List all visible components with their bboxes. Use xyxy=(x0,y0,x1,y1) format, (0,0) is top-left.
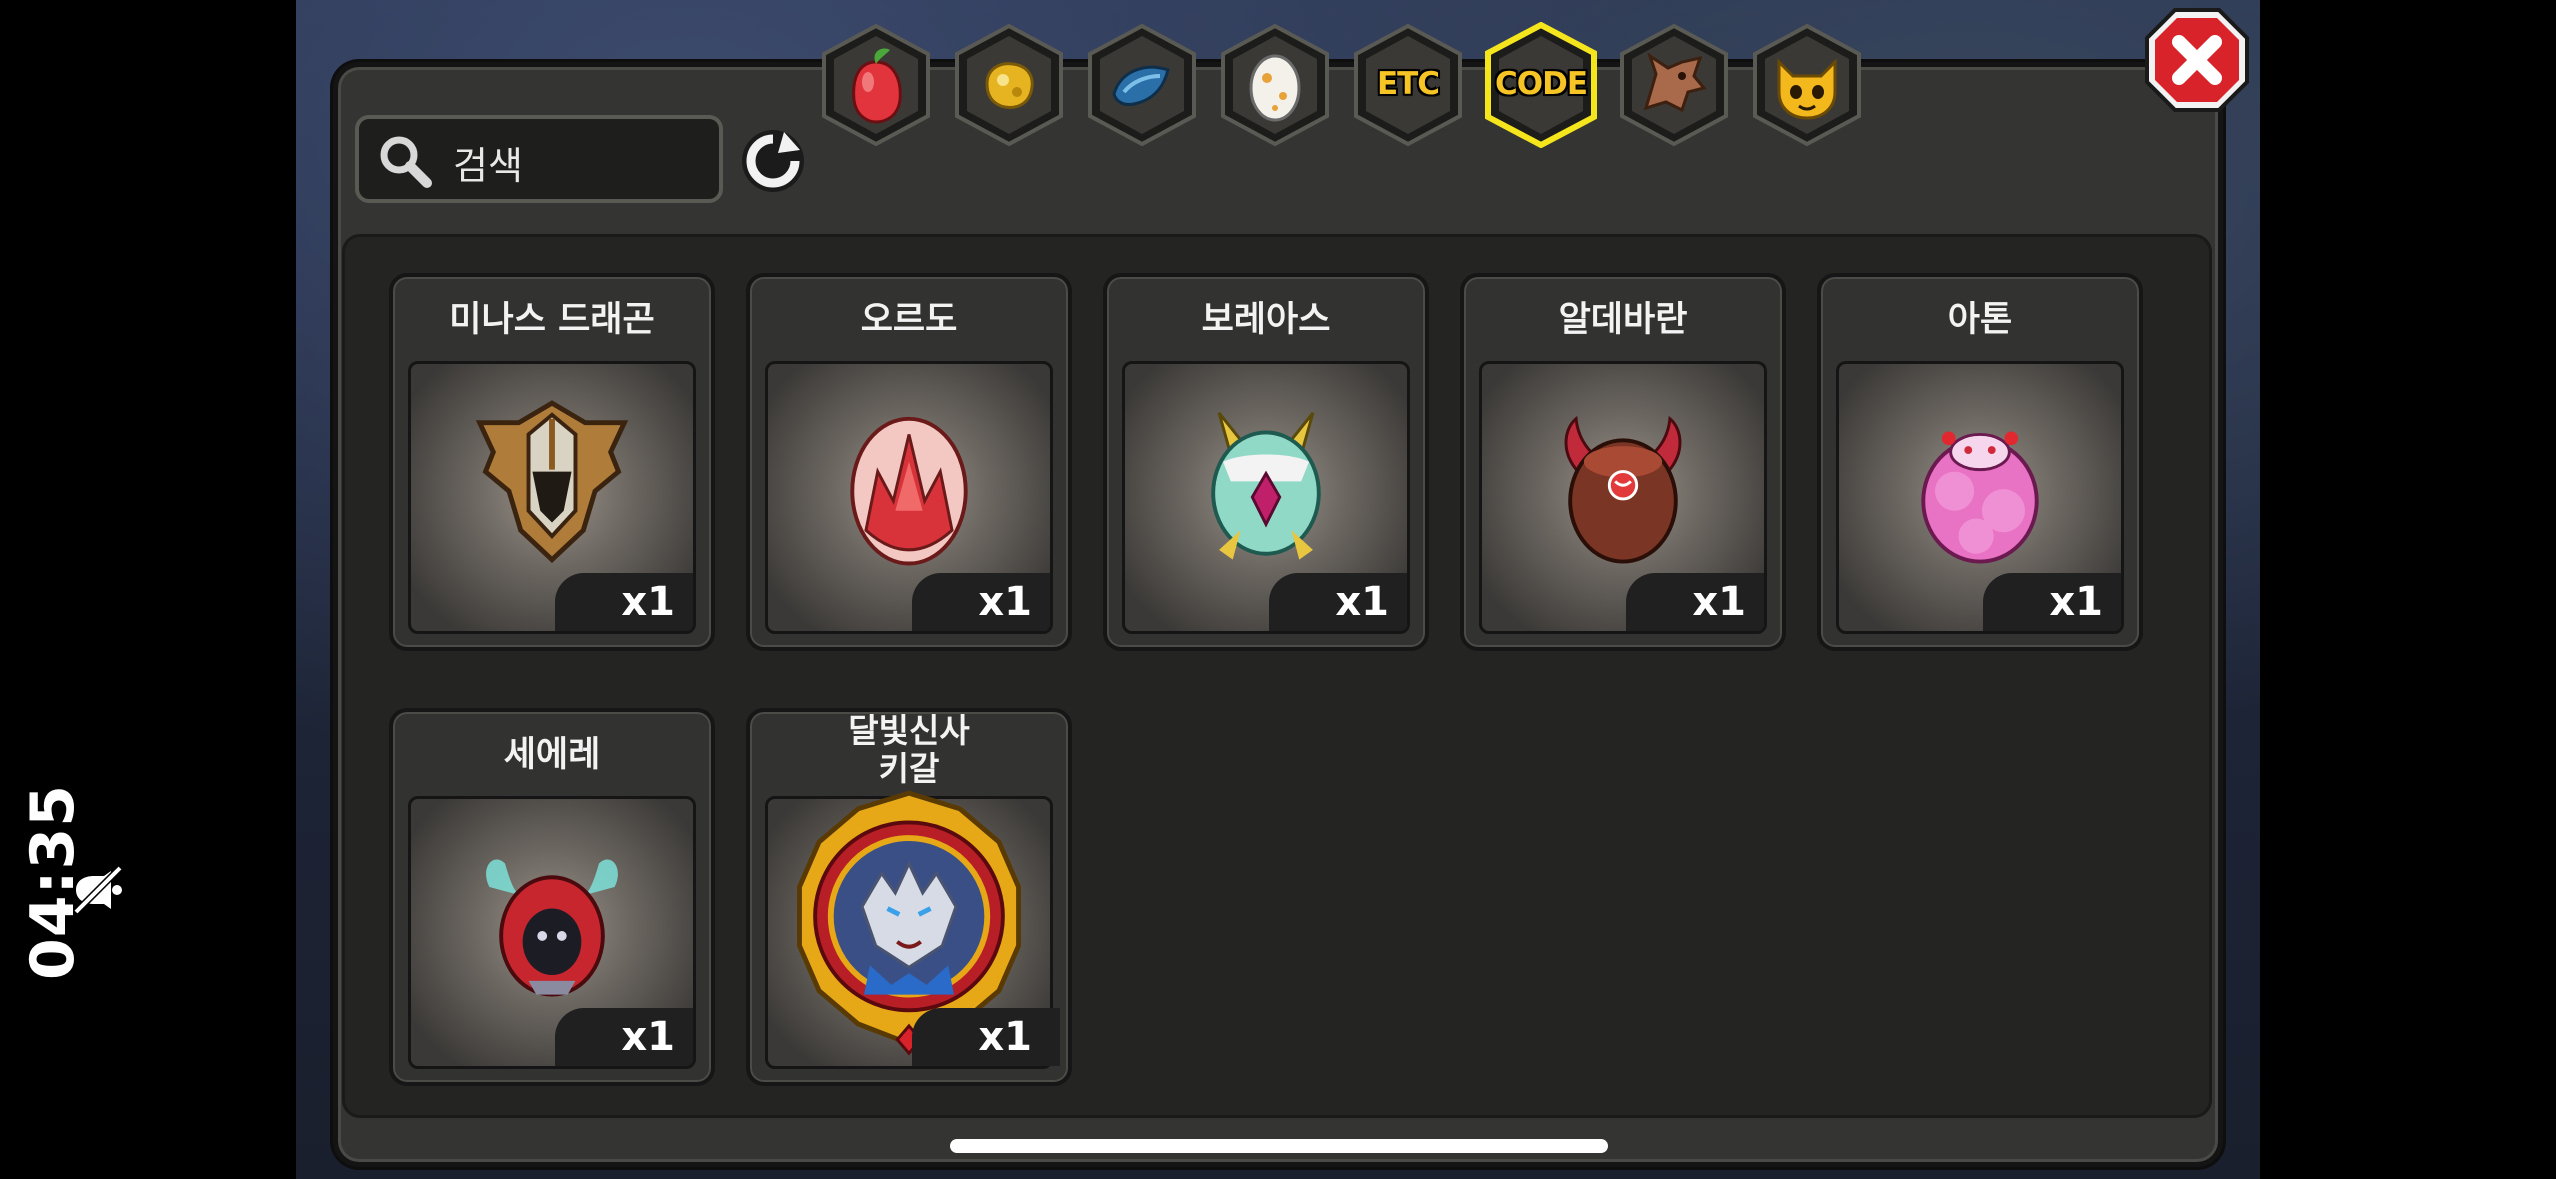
tab-code[interactable]: CODE xyxy=(1483,22,1599,148)
item-slot: x1 xyxy=(408,796,696,1069)
home-indicator[interactable] xyxy=(950,1139,1608,1153)
item-slot: x1 xyxy=(408,361,696,634)
item-name: 미나스 드래곤 xyxy=(449,300,655,340)
tab-etc[interactable]: ETC xyxy=(1350,22,1466,148)
item-count: x1 xyxy=(1269,573,1407,631)
item-card-seere[interactable]: 세에레 x1 xyxy=(389,708,715,1086)
tab-mascot[interactable] xyxy=(1749,22,1865,148)
fruit-icon xyxy=(852,48,902,124)
item-card-kigal[interactable]: 달빛신사 키갈 x1 xyxy=(746,708,1072,1086)
egg-icon xyxy=(1249,54,1301,122)
item-slot: x1 xyxy=(765,790,1060,1069)
item-card-minas-dragon[interactable]: 미나스 드래곤 x1 xyxy=(389,273,715,651)
item-count: x1 xyxy=(555,1008,693,1066)
item-slot: x1 xyxy=(1479,361,1767,634)
item-count: x1 xyxy=(555,573,693,631)
tab-etc-label: ETC xyxy=(1376,66,1440,102)
tab-gold[interactable] xyxy=(951,22,1067,148)
gold-nugget-icon xyxy=(985,62,1034,109)
item-count: x1 xyxy=(1626,573,1764,631)
item-name: 달빛신사 키갈 xyxy=(848,711,970,788)
tab-fruit[interactable] xyxy=(818,22,934,148)
search-icon xyxy=(380,136,432,188)
item-count: x1 xyxy=(1983,573,2121,631)
search-placeholder: 검색 xyxy=(453,144,523,188)
blue-scale-icon xyxy=(1112,65,1170,106)
mascot-icon xyxy=(1777,58,1837,120)
item-card-aldebaran[interactable]: 알데바란 x1 xyxy=(1460,273,1786,651)
item-name: 아톤 xyxy=(1947,300,2013,340)
item-name: 알데바란 xyxy=(1558,300,1688,340)
item-card-boreas[interactable]: 보레아스 x1 xyxy=(1103,273,1429,651)
item-count: x1 xyxy=(912,1008,1060,1066)
item-count: x1 xyxy=(912,573,1050,631)
tab-scale[interactable] xyxy=(1084,22,1200,148)
item-slot: x1 xyxy=(1836,361,2124,634)
tab-code-label: CODE xyxy=(1494,66,1588,102)
item-slot: x1 xyxy=(1122,361,1410,634)
close-icon[interactable] xyxy=(2143,6,2251,114)
item-name: 세에레 xyxy=(503,735,601,775)
search-input[interactable]: 검색 xyxy=(355,115,723,203)
item-card-ordo[interactable]: 오르도 x1 xyxy=(746,273,1072,651)
item-card-aton[interactable]: 아톤 x1 xyxy=(1817,273,2143,651)
refresh-icon[interactable] xyxy=(738,126,808,196)
status-time: 04:35 xyxy=(18,784,88,980)
tab-dragon[interactable] xyxy=(1616,22,1732,148)
item-name: 보레아스 xyxy=(1201,300,1331,340)
status-bar: 04:35 xyxy=(18,784,150,1080)
item-slot: x1 xyxy=(765,361,1053,634)
tab-egg[interactable] xyxy=(1217,22,1333,148)
item-name: 오르도 xyxy=(860,300,958,340)
dragon-head-icon xyxy=(1643,52,1707,113)
